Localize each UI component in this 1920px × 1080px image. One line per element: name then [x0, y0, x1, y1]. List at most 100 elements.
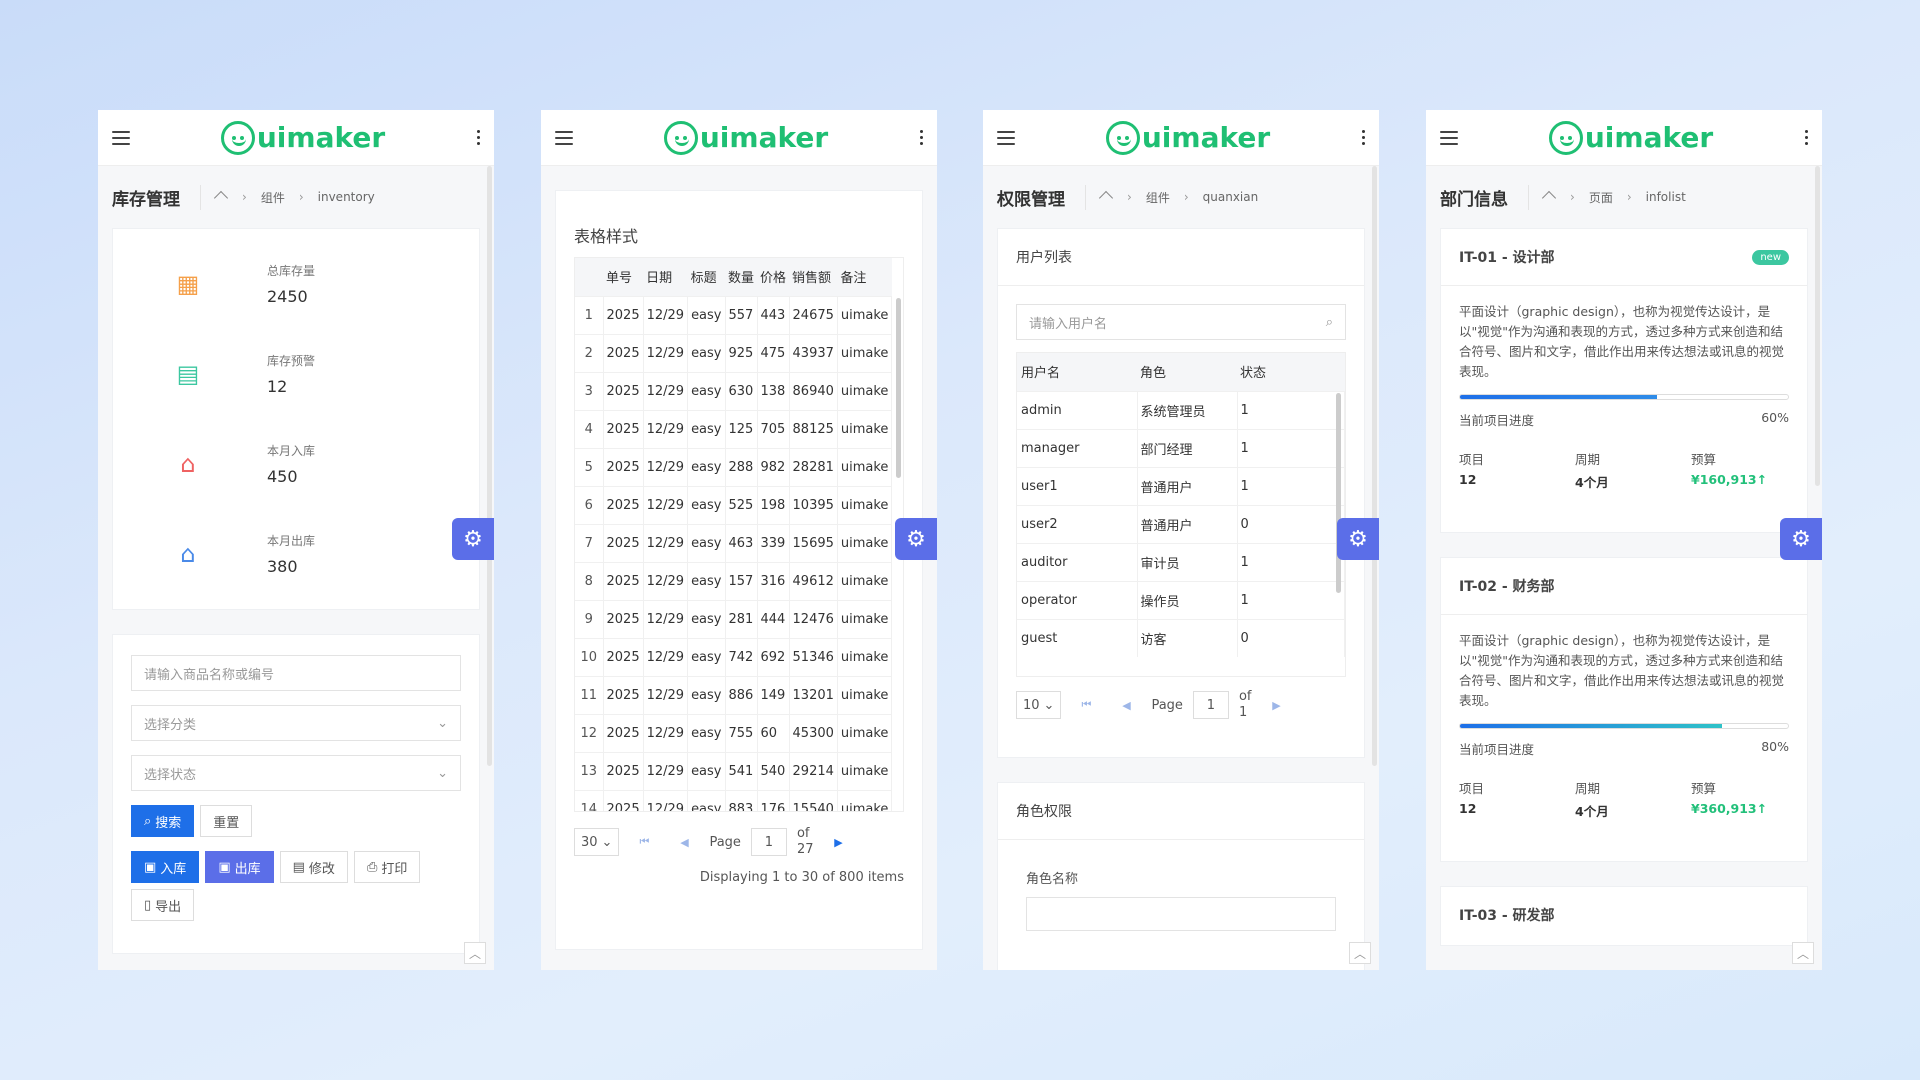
dept-card[interactable]: IT-01 - 设计部 new 平面设计（graphic design），也称为…	[1440, 228, 1808, 533]
meta-label: 预算	[1691, 781, 1717, 796]
table-row[interactable]: user2 普通用户 0	[1017, 505, 1345, 543]
logo-icon	[663, 120, 698, 155]
table-cell: 463	[725, 524, 758, 562]
table-row[interactable]: manager 部门经理 1	[1017, 429, 1345, 467]
menu-icon[interactable]	[997, 130, 1015, 145]
gear-icon[interactable]: ⚙	[1337, 518, 1379, 560]
page-input[interactable]: 1	[1192, 691, 1229, 719]
table-row[interactable]: admin 系统管理员 1	[1017, 391, 1345, 429]
scrollbar[interactable]	[1815, 166, 1820, 486]
table-cell: uimake	[837, 600, 893, 638]
page-size-select[interactable]: 10 ⌄	[1016, 691, 1062, 719]
edit-button[interactable]: ▤ 修改	[279, 851, 348, 883]
outbound-button[interactable]: ▣ 出库	[205, 851, 274, 883]
page-size-select[interactable]: 30 ⌄	[574, 828, 620, 856]
chevron-up-icon[interactable]: ︿	[1792, 942, 1814, 964]
table-cell: 2025	[603, 714, 644, 752]
prev-page-icon[interactable]: ◀	[669, 827, 699, 857]
chevron-up-icon[interactable]: ︿	[464, 942, 486, 964]
table-row[interactable]: 3 2025 12/29 easy 630 138 86940 uimake	[575, 372, 893, 410]
table-row[interactable]: 8 2025 12/29 easy 157 316 49612 uimake	[575, 562, 893, 600]
scrollbar[interactable]	[1372, 166, 1377, 766]
table-row[interactable]: auditor 审计员 1	[1017, 543, 1345, 581]
stat-label: 库存预警	[267, 354, 316, 368]
column-header[interactable]: 销售额	[789, 258, 837, 296]
role-name-input[interactable]	[1026, 897, 1336, 931]
table-cell: 2025	[603, 752, 644, 790]
first-page-icon[interactable]: ⏮	[1071, 690, 1101, 720]
prev-page-icon[interactable]: ◀	[1111, 690, 1141, 720]
column-header[interactable]: 用户名	[1017, 353, 1137, 391]
gear-icon[interactable]: ⚙	[895, 518, 937, 560]
more-vertical-icon[interactable]	[476, 130, 480, 145]
scrollbar[interactable]	[487, 166, 492, 766]
more-vertical-icon[interactable]	[919, 130, 923, 145]
table-row[interactable]: 1 2025 12/29 easy 557 443 24675 uimake	[575, 296, 893, 334]
print-button[interactable]: ⎙ 打印	[353, 851, 421, 883]
status-select[interactable]: 选择状态 ⌄	[131, 755, 461, 791]
table-row[interactable]: 12 2025 12/29 easy 755 60 45300 uimake	[575, 714, 893, 752]
table-cell: uimake	[837, 372, 893, 410]
next-page-icon[interactable]: ▶	[823, 827, 853, 857]
column-header[interactable]: 数量	[725, 258, 757, 296]
table-row[interactable]: 2 2025 12/29 easy 925 475 43937 uimake	[575, 334, 893, 372]
more-vertical-icon[interactable]	[1361, 130, 1365, 145]
column-header[interactable]: 价格	[757, 258, 789, 296]
table-row[interactable]: user1 普通用户 1	[1017, 467, 1345, 505]
scrollbar[interactable]	[896, 298, 901, 478]
username-search-input[interactable]: 请输入用户名 ⌕	[1016, 304, 1346, 340]
table-row[interactable]: 5 2025 12/29 easy 288 982 28281 uimake	[575, 448, 893, 486]
search-button[interactable]: ⌕ 搜索	[131, 805, 195, 837]
export-button[interactable]: ▯ 导出	[131, 889, 195, 921]
table-row[interactable]: 4 2025 12/29 easy 125 705 88125 uimake	[575, 410, 893, 448]
chevron-right-icon: ›	[1183, 190, 1189, 204]
table-card: 表格样式 单号 日期 标题 数量 价格 销售额 备注 1 2025 12/29 eas…	[555, 190, 923, 950]
more-vertical-icon[interactable]	[1804, 130, 1808, 145]
column-header[interactable]: 单号	[603, 258, 643, 296]
next-page-icon[interactable]: ▶	[1261, 690, 1291, 720]
table-cell: 149	[757, 676, 790, 714]
reset-button[interactable]: 重置	[200, 805, 253, 837]
search-input[interactable]: 请输入商品名称或编号	[131, 655, 461, 691]
gear-icon[interactable]: ⚙	[452, 518, 494, 560]
breadcrumb-item: quanxian	[1202, 190, 1259, 204]
menu-icon[interactable]	[1440, 130, 1458, 145]
card-title: 表格样式	[574, 227, 639, 246]
breadcrumb-item[interactable]: 组件	[1146, 189, 1170, 206]
table-cell: easy	[687, 676, 726, 714]
table-row[interactable]: 6 2025 12/29 easy 525 198 10395 uimake	[575, 486, 893, 524]
search-icon[interactable]: ⌕	[1326, 315, 1333, 330]
inbound-button[interactable]: ▣ 入库	[131, 851, 200, 883]
home-icon[interactable]	[1100, 191, 1113, 203]
page-input[interactable]: 1	[750, 828, 787, 856]
dept-card[interactable]: IT-03 - 研发部	[1440, 886, 1808, 946]
table-row[interactable]: guest 访客 0	[1017, 619, 1345, 657]
chevron-up-icon[interactable]: ︿	[1349, 942, 1371, 964]
column-header[interactable]: 备注	[837, 258, 892, 296]
column-header[interactable]: 状态	[1237, 353, 1345, 391]
table-row[interactable]: 7 2025 12/29 easy 463 339 15695 uimake	[575, 524, 893, 562]
scrollbar[interactable]	[1336, 393, 1341, 593]
breadcrumb-item[interactable]: 页面	[1589, 189, 1613, 206]
table-cell: 86940	[789, 372, 838, 410]
logo: uimaker	[1105, 120, 1270, 155]
category-select[interactable]: 选择分类 ⌄	[131, 705, 461, 741]
table-row[interactable]: 11 2025 12/29 easy 886 149 13201 uimake	[575, 676, 893, 714]
menu-icon[interactable]	[555, 130, 573, 145]
home-icon[interactable]	[1543, 191, 1556, 203]
breadcrumb-item[interactable]: 组件	[261, 189, 285, 206]
column-header[interactable]: 日期	[643, 258, 687, 296]
column-header[interactable]: 角色	[1137, 353, 1237, 391]
table-row[interactable]: operator 操作员 1	[1017, 581, 1345, 619]
menu-icon[interactable]	[112, 130, 130, 145]
dept-card[interactable]: IT-02 - 财务部 平面设计（graphic design），也称为视觉传达…	[1440, 557, 1808, 862]
table-row[interactable]: 9 2025 12/29 easy 281 444 12476 uimake	[575, 600, 893, 638]
table-row[interactable]: 13 2025 12/29 easy 541 540 29214 uimake	[575, 752, 893, 790]
table-row[interactable]: 10 2025 12/29 easy 742 692 51346 uimake	[575, 638, 893, 676]
home-icon[interactable]	[215, 191, 228, 203]
column-header[interactable]: 标题	[688, 258, 725, 296]
table-row[interactable]: 14 2025 12/29 easy 883 176 15540 uimake	[575, 790, 893, 811]
first-page-icon[interactable]: ⏮	[629, 827, 659, 857]
table-cell: easy	[687, 790, 726, 811]
gear-icon[interactable]: ⚙	[1780, 518, 1822, 560]
